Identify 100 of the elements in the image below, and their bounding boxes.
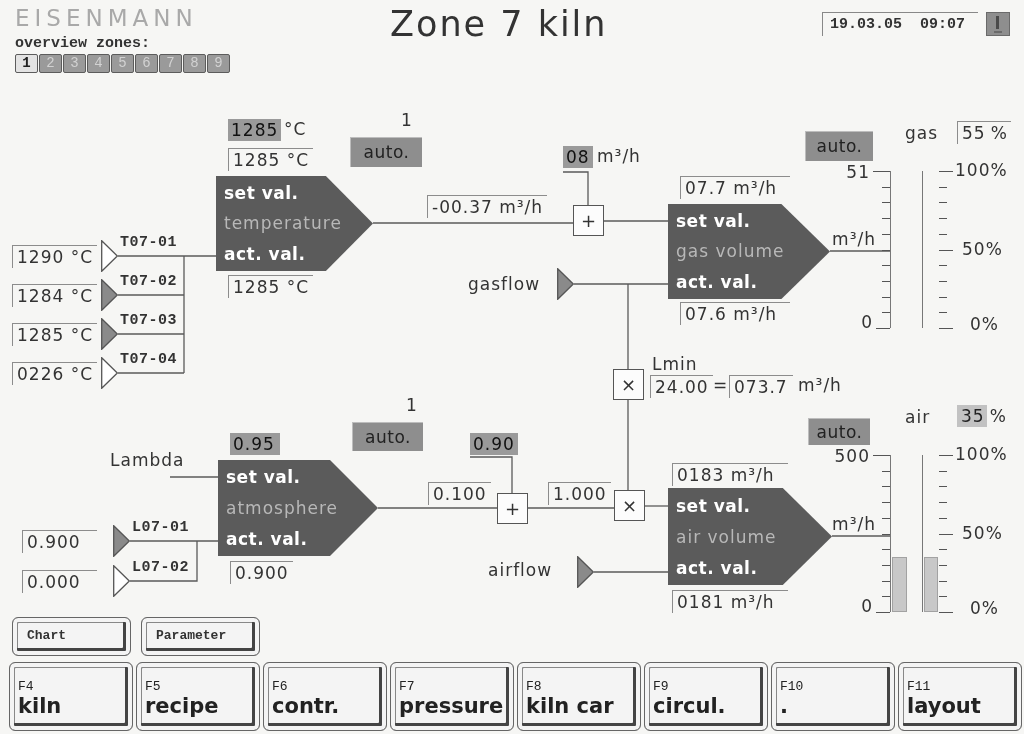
value-display: 0.900	[230, 561, 293, 584]
sensor-tag: L07-02	[132, 560, 189, 577]
unit-label: %	[987, 121, 1011, 144]
value-display: 24.00	[650, 375, 713, 398]
value-display: 0.900	[22, 530, 97, 553]
gauge-label: gas	[905, 124, 939, 144]
sum-block: +	[573, 205, 604, 236]
zone-button[interactable]: 1	[15, 54, 38, 73]
setpoint-label: set val.	[676, 211, 751, 232]
mode-button[interactable]: auto.	[808, 418, 870, 445]
function-key-button[interactable]: F8 kiln car	[517, 662, 641, 731]
page-title: Zone 7 kiln	[390, 7, 608, 42]
value-display: 0.000	[22, 570, 97, 593]
tick-scale-icon	[939, 454, 953, 613]
value-display: 07.7 m³/h	[680, 176, 790, 199]
function-key-button[interactable]: F10 .	[771, 662, 895, 731]
flow-label: gasflow	[468, 275, 541, 295]
ratio-label: Lmin	[652, 355, 698, 375]
flow-label: airflow	[488, 561, 553, 581]
value-display: 1285 °C	[228, 148, 314, 171]
actual-value-label: act. val.	[676, 271, 758, 292]
vertical-bar-icon	[994, 15, 1002, 33]
controller-name: atmosphere	[226, 498, 338, 518]
equals-sign: =	[713, 376, 729, 396]
value-display: 1.000	[548, 482, 611, 505]
percent-tick-label: 50%	[962, 523, 1003, 544]
unit-label: m³/h	[832, 515, 876, 535]
triangle-icon	[557, 268, 574, 300]
scale-max-label: 51	[846, 163, 870, 183]
logo-text: EISENMANN	[15, 7, 198, 30]
percent-tick-label: 100%	[955, 445, 1008, 465]
multiply-block: ×	[613, 369, 644, 400]
unit-label: m³/h	[798, 376, 842, 396]
actual-value-label: act. val.	[676, 557, 758, 578]
controller-name: temperature	[224, 213, 342, 234]
value-display: 0.100	[428, 482, 491, 505]
setpoint-label: set val.	[226, 467, 301, 488]
percent-tick-label: 100%	[955, 161, 1008, 181]
actual-value-label: act. val.	[224, 243, 306, 264]
setpoint-field[interactable]: 1285	[228, 119, 282, 141]
soft-key-button[interactable]: Chart	[12, 617, 131, 656]
number-label: 1	[406, 396, 418, 416]
setpoint-label: set val.	[676, 495, 751, 516]
gauge-label: air	[905, 408, 931, 428]
value-display: -00.37 m³/h	[427, 195, 548, 218]
percent-display: 35	[957, 405, 987, 427]
function-key-button[interactable]: F11 layout	[898, 662, 1022, 731]
triangle-icon	[577, 556, 594, 588]
toolbar-button[interactable]	[986, 12, 1010, 36]
percent-tick-label: 50%	[962, 239, 1003, 260]
setpoint-field[interactable]: 08	[563, 146, 593, 168]
sensor-tag: T07-04	[120, 352, 177, 369]
value-display: 073.7	[729, 375, 793, 398]
function-key-button[interactable]: F6 contr.	[263, 662, 387, 731]
value-display: 07.6 m³/h	[680, 302, 790, 325]
controller-name: air volume	[676, 526, 777, 547]
unit-label: %	[988, 405, 1007, 427]
mode-button[interactable]: auto.	[805, 131, 873, 161]
tick-scale-icon	[939, 170, 953, 329]
mode-button[interactable]: auto.	[352, 422, 423, 451]
actual-value-label: act. val.	[226, 528, 308, 549]
value-display: 0226 °C	[12, 362, 98, 385]
value-display: 1290 °C	[12, 245, 98, 268]
controller-name: gas volume	[676, 241, 785, 262]
unit-label: m³/h	[597, 147, 641, 167]
sensor-tag: L07-01	[132, 520, 189, 537]
percent-tick-label: 0%	[970, 315, 999, 335]
value-display: 1285 °C	[12, 323, 98, 346]
tick-scale-icon	[873, 170, 890, 329]
input-label: Lambda	[110, 451, 185, 471]
sensor-tag: T07-02	[120, 274, 177, 291]
tick-scale-icon	[873, 454, 890, 613]
setpoint-field[interactable]: 0.95	[230, 433, 280, 455]
setpoint-field[interactable]: 0.90	[470, 433, 518, 455]
function-key-button[interactable]: F4 kiln	[9, 662, 133, 731]
percent-tick-label: 0%	[970, 599, 999, 619]
sum-block: +	[497, 493, 528, 524]
value-display: 1285 °C	[228, 275, 314, 298]
signal-line	[562, 171, 589, 206]
overview-label: overview zones:	[15, 36, 151, 51]
scale-max-label: 500	[834, 447, 870, 467]
value-display: 1284 °C	[12, 284, 98, 307]
setpoint-label: set val.	[224, 183, 299, 204]
function-key-button[interactable]: F9 circul.	[644, 662, 768, 731]
date-time-display: 19.03.05 09:07	[822, 12, 978, 36]
multiply-block: ×	[614, 490, 645, 521]
mode-button[interactable]: auto.	[350, 137, 422, 167]
sensor-tag: T07-03	[120, 313, 177, 330]
unit-label: m³/h	[832, 230, 876, 250]
soft-key-button[interactable]: Parameter	[141, 617, 260, 656]
value-display: 0183 m³/h	[672, 463, 788, 486]
unit-label: °C	[284, 120, 307, 140]
sensor-tag: T07-01	[120, 235, 177, 252]
percent-display: 55	[957, 121, 988, 144]
function-key-button[interactable]: F5 recipe	[136, 662, 260, 731]
number-label: 1	[401, 111, 413, 131]
scale-min-label: 0	[861, 597, 873, 617]
function-key-button[interactable]: F7 pressure	[390, 662, 514, 731]
scale-min-label: 0	[861, 313, 873, 333]
value-display: 0181 m³/h	[672, 590, 788, 613]
